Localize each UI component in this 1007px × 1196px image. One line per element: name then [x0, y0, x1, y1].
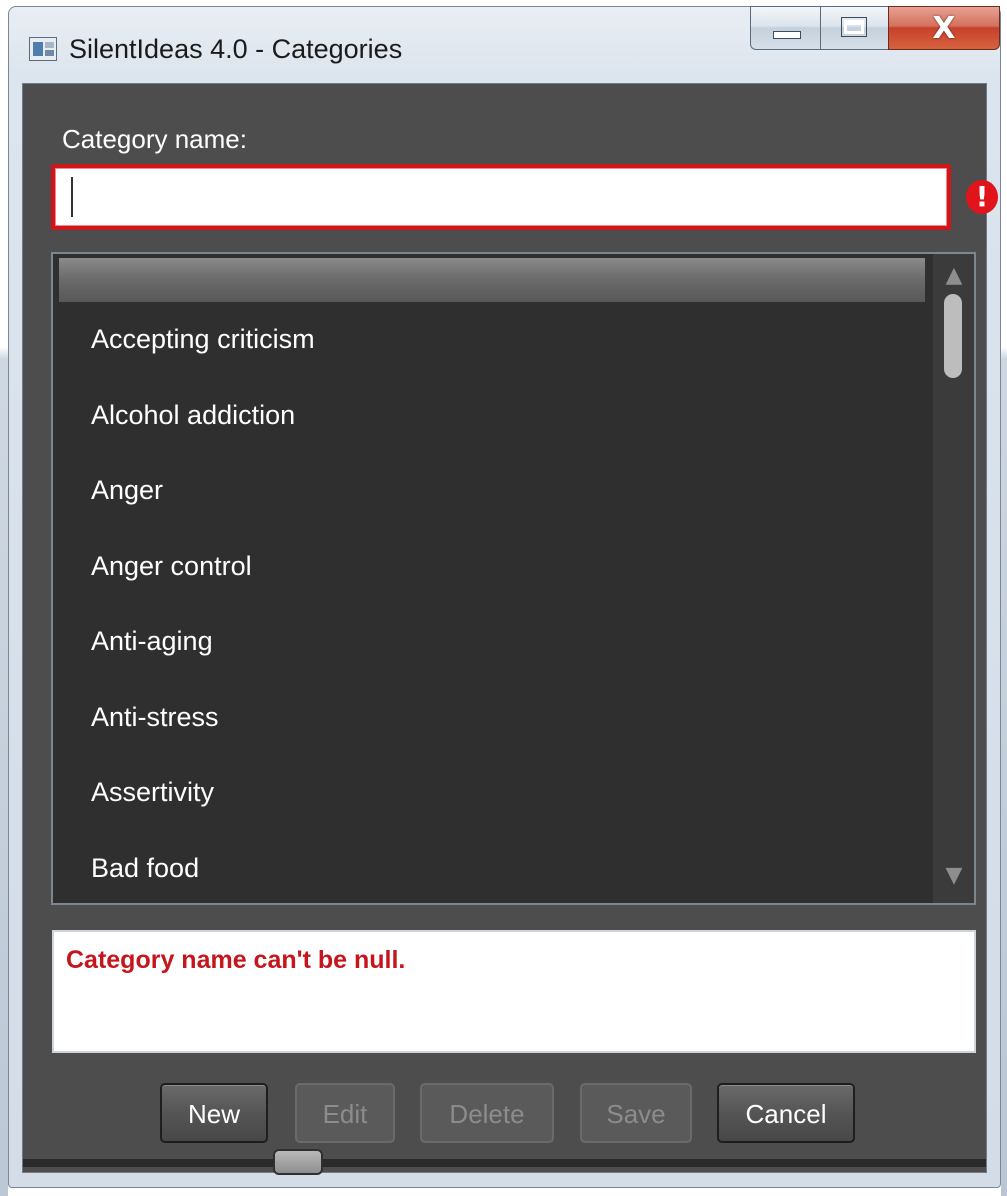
title-bar[interactable]: SilentIdeas 4.0 - Categories X	[9, 6, 1000, 83]
new-button[interactable]: New	[160, 1083, 268, 1143]
app-window-icon[interactable]	[29, 37, 57, 61]
list-item[interactable]: Anti-stress	[53, 680, 925, 756]
list-item[interactable]: Assertivity	[53, 755, 925, 831]
action-buttons: New Edit Delete Save Cancel	[23, 1083, 986, 1145]
client-area: Category name: ! Accepting criticism Alc…	[22, 83, 998, 1175]
scroll-down-icon[interactable]: ▼	[943, 865, 965, 887]
maximize-button[interactable]	[820, 6, 888, 50]
list-item[interactable]: Anger control	[53, 529, 925, 605]
text-caret	[71, 177, 73, 217]
edit-button[interactable]: Edit	[295, 1083, 395, 1143]
category-list[interactable]: Accepting criticism Alcohol addiction An…	[51, 252, 976, 905]
validation-error-icon: !	[966, 180, 998, 214]
caption-buttons: X	[750, 6, 1000, 50]
list-item[interactable]: Anger	[53, 453, 925, 529]
save-button[interactable]: Save	[580, 1083, 692, 1143]
close-button[interactable]: X	[888, 6, 1000, 50]
scroll-thumb[interactable]	[944, 294, 962, 378]
maximize-icon	[841, 17, 867, 37]
list-item[interactable]: Accepting criticism	[53, 302, 925, 378]
vertical-scrollbar[interactable]: ▲ ▼	[933, 254, 974, 903]
close-icon: X	[932, 11, 956, 46]
slider-thumb[interactable]	[273, 1149, 323, 1175]
validation-message: Category name can't be null.	[66, 946, 406, 974]
list-items: Accepting criticism Alcohol addiction An…	[53, 302, 925, 904]
delete-button[interactable]: Delete	[420, 1083, 554, 1143]
categories-window: SilentIdeas 4.0 - Categories X Category …	[8, 6, 1001, 1188]
list-item[interactable]: Anti-aging	[53, 604, 925, 680]
list-header	[59, 258, 925, 302]
slider-track[interactable]	[23, 1159, 986, 1167]
minimize-button[interactable]	[750, 6, 820, 50]
validation-message-box: Category name can't be null.	[52, 930, 976, 1053]
cancel-button[interactable]: Cancel	[717, 1083, 855, 1143]
category-name-input[interactable]	[51, 164, 951, 230]
list-item[interactable]: Alcohol addiction	[53, 378, 925, 454]
list-item[interactable]: Bad food	[53, 831, 925, 904]
scroll-up-icon[interactable]: ▲	[943, 265, 965, 287]
minimize-icon	[773, 31, 801, 39]
category-name-label: Category name:	[62, 124, 247, 154]
window-title: SilentIdeas 4.0 - Categories	[69, 34, 403, 64]
desktop-backdrop-left	[0, 0, 8, 1196]
desktop-backdrop-right	[1001, 0, 1007, 1196]
